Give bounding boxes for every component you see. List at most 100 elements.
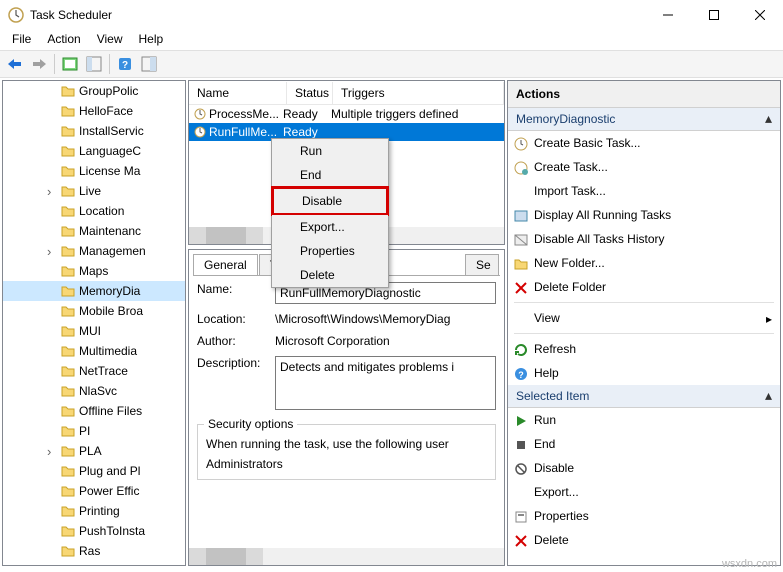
- folder-icon: [61, 444, 75, 458]
- folder-icon: [61, 424, 75, 438]
- action-refresh[interactable]: Refresh: [508, 337, 780, 361]
- context-disable[interactable]: Disable: [271, 186, 389, 216]
- tree-item[interactable]: PLA: [3, 441, 185, 461]
- collapse-icon[interactable]: ▴: [765, 112, 772, 126]
- tree-item[interactable]: NlaSvc: [3, 381, 185, 401]
- folder-icon: [61, 564, 75, 566]
- tree-item[interactable]: MemoryDia: [3, 281, 185, 301]
- tree-item[interactable]: MUI: [3, 321, 185, 341]
- menu-file[interactable]: File: [4, 30, 39, 50]
- folder-icon: [61, 344, 75, 358]
- menu-view[interactable]: View: [89, 30, 131, 50]
- description-field[interactable]: Detects and mitigates problems i: [275, 356, 496, 410]
- action-new-folder[interactable]: New Folder...: [508, 251, 780, 275]
- security-options-group: Security options When running the task, …: [197, 424, 496, 480]
- action-import-task[interactable]: Import Task...: [508, 179, 780, 203]
- tree-item[interactable]: PI: [3, 421, 185, 441]
- tree-item[interactable]: Maintenanc: [3, 221, 185, 241]
- tree-item-label: InstallServic: [79, 124, 144, 138]
- folder-icon: [61, 504, 75, 518]
- tree-item-label: Managemen: [79, 244, 146, 258]
- folder-icon: [61, 324, 75, 338]
- window-titlebar: Task Scheduler: [0, 0, 783, 30]
- action-properties[interactable]: Properties: [508, 504, 780, 528]
- tree-item[interactable]: PushToInsta: [3, 521, 185, 541]
- action-pane-icon[interactable]: [59, 53, 81, 75]
- tree-item[interactable]: Ras: [3, 541, 185, 561]
- context-end[interactable]: End: [272, 163, 388, 187]
- tree-item-label: Ras: [79, 544, 100, 558]
- tree-item[interactable]: Power Effic: [3, 481, 185, 501]
- tree-item-label: Mobile Broa: [79, 304, 143, 318]
- tree-item[interactable]: Offline Files: [3, 401, 185, 421]
- tree-item-label: Maps: [79, 264, 108, 278]
- tree-item[interactable]: Location: [3, 201, 185, 221]
- minimize-button[interactable]: [645, 0, 691, 30]
- actions-group-selected[interactable]: Selected Item▴: [508, 385, 780, 408]
- tree-item[interactable]: Live: [3, 181, 185, 201]
- author-value: Microsoft Corporation: [275, 334, 496, 348]
- action-create-basic-task[interactable]: Create Basic Task...: [508, 131, 780, 155]
- menu-help[interactable]: Help: [131, 30, 172, 50]
- tree-item[interactable]: LanguageC: [3, 141, 185, 161]
- action-export[interactable]: Export...: [508, 480, 780, 504]
- folder-icon: [61, 184, 75, 198]
- action-disable-history[interactable]: Disable All Tasks History: [508, 227, 780, 251]
- tree-item[interactable]: License Ma: [3, 161, 185, 181]
- action-disable[interactable]: Disable: [508, 456, 780, 480]
- details-horizontal-scrollbar[interactable]: [189, 548, 504, 565]
- actions-group-folder[interactable]: MemoryDiagnostic▴: [508, 108, 780, 131]
- tree-item[interactable]: GroupPolic: [3, 81, 185, 101]
- tree-item-label: PushToInsta: [79, 524, 145, 538]
- tree-item-label: LanguageC: [79, 144, 141, 158]
- task-row[interactable]: ProcessMe...ReadyMultiple triggers defin…: [189, 105, 504, 123]
- close-button[interactable]: [737, 0, 783, 30]
- tree-item-label: PLA: [79, 444, 102, 458]
- forward-button[interactable]: [28, 53, 50, 75]
- context-run[interactable]: Run: [272, 139, 388, 163]
- tree-item[interactable]: NetTrace: [3, 361, 185, 381]
- collapse-icon[interactable]: ▴: [765, 389, 772, 403]
- tab-general[interactable]: General: [193, 254, 258, 275]
- refresh-toolbar-icon[interactable]: [138, 53, 160, 75]
- action-end[interactable]: End: [508, 432, 780, 456]
- tree-item[interactable]: Maps: [3, 261, 185, 281]
- tab-more[interactable]: Se ◂ ▸: [465, 254, 499, 275]
- tree-item[interactable]: RecoveryEn: [3, 561, 185, 566]
- watermark: wsxdn.com: [722, 558, 777, 570]
- column-triggers[interactable]: Triggers: [333, 82, 504, 104]
- window-title: Task Scheduler: [30, 8, 645, 22]
- context-export[interactable]: Export...: [272, 215, 388, 239]
- help-icon[interactable]: ?: [114, 53, 136, 75]
- tree-item[interactable]: Mobile Broa: [3, 301, 185, 321]
- tree-item[interactable]: HelloFace: [3, 101, 185, 121]
- context-menu: Run End Disable Export... Properties Del…: [271, 138, 389, 288]
- tree-item-label: Power Effic: [79, 484, 139, 498]
- folder-icon: [61, 124, 75, 138]
- action-display-running[interactable]: Display All Running Tasks: [508, 203, 780, 227]
- action-help[interactable]: ?Help: [508, 361, 780, 385]
- column-name[interactable]: Name: [189, 82, 287, 104]
- context-properties[interactable]: Properties: [272, 239, 388, 263]
- column-status[interactable]: Status: [287, 82, 333, 104]
- tree-item[interactable]: Multimedia: [3, 341, 185, 361]
- action-run[interactable]: Run: [508, 408, 780, 432]
- menu-action[interactable]: Action: [39, 30, 88, 50]
- action-view[interactable]: View▸: [508, 306, 780, 330]
- action-delete-folder[interactable]: Delete Folder: [508, 275, 780, 299]
- folder-tree[interactable]: GroupPolicHelloFace InstallServic Language…: [2, 80, 186, 566]
- actions-pane: Actions MemoryDiagnostic▴ Create Basic T…: [507, 80, 781, 566]
- tree-item[interactable]: Managemen: [3, 241, 185, 261]
- maximize-button[interactable]: [691, 0, 737, 30]
- action-create-task[interactable]: Create Task...: [508, 155, 780, 179]
- action-delete[interactable]: Delete: [508, 528, 780, 552]
- folder-icon: [61, 484, 75, 498]
- tree-item[interactable]: Printing: [3, 501, 185, 521]
- context-delete[interactable]: Delete: [272, 263, 388, 287]
- tree-item[interactable]: InstallServic: [3, 121, 185, 141]
- show-hide-console-tree-icon[interactable]: [83, 53, 105, 75]
- tree-item-label: Offline Files: [79, 404, 142, 418]
- back-button[interactable]: [4, 53, 26, 75]
- folder-icon: [61, 164, 75, 178]
- tree-item[interactable]: Plug and Pl: [3, 461, 185, 481]
